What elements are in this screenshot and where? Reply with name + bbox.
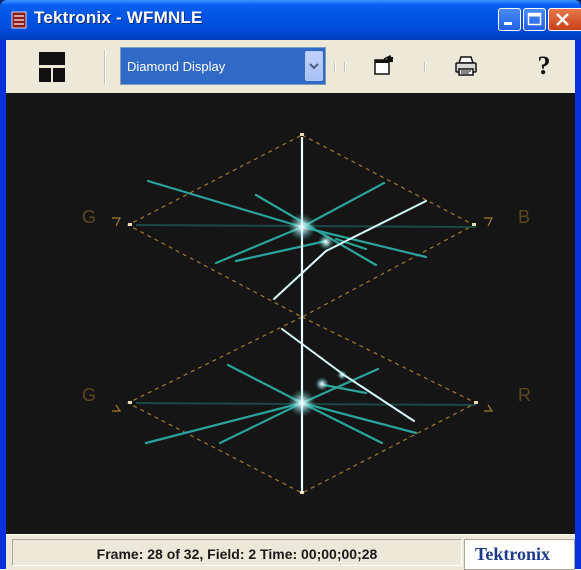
frame-status-text: Frame: 28 of 32, Field: 2 Time: 00;00;00…	[96, 546, 378, 562]
upper-center-glow	[288, 213, 316, 241]
application-window: Tektronix - WFMNLE Diamond Display ? G B…	[0, 0, 581, 570]
printer-icon[interactable]	[452, 52, 480, 80]
status-panel: Frame: 28 of 32, Field: 2 Time: 00;00;00…	[12, 539, 462, 566]
maximize-button[interactable]	[523, 8, 546, 31]
axis-label-upper-right: B	[518, 207, 531, 227]
logo-text: Tektronix	[475, 544, 551, 564]
status-bar: Frame: 28 of 32, Field: 2 Time: 00;00;00…	[6, 534, 575, 570]
lower-secondary-glow	[315, 377, 329, 391]
toolbar-separator	[424, 62, 426, 72]
display-type-select[interactable]: Diamond Display	[120, 47, 326, 85]
window-border-right	[575, 40, 581, 569]
toolbar-separator	[104, 50, 106, 84]
toolbar-separator	[344, 62, 346, 72]
lower-tertiary-glow	[337, 370, 347, 380]
upper-secondary-glow	[318, 234, 334, 250]
axis-label-lower-right: R	[518, 385, 531, 405]
properties-icon[interactable]	[370, 52, 398, 80]
close-button[interactable]	[548, 8, 581, 31]
diamond-display-canvas: G B G R	[6, 93, 575, 534]
display-type-value: Diamond Display	[127, 59, 226, 74]
minimize-button[interactable]	[498, 8, 521, 31]
toolbar: Diamond Display ?	[6, 40, 575, 93]
upper-trace-vectors	[146, 179, 428, 267]
lower-center-glow	[288, 389, 316, 417]
app-icon	[10, 11, 28, 29]
window-title: Tektronix - WFMNLE	[34, 8, 203, 27]
split-layout-icon[interactable]	[36, 50, 68, 84]
axis-label-upper-left: G	[82, 207, 97, 227]
help-button[interactable]: ?	[532, 50, 556, 82]
title-bar[interactable]: Tektronix - WFMNLE	[0, 0, 581, 40]
help-icon: ?	[537, 51, 551, 80]
tektronix-logo: Tektronix	[464, 539, 575, 570]
toolbar-separator	[334, 62, 336, 72]
chevron-down-icon[interactable]	[305, 51, 323, 81]
axis-label-lower-left: G	[82, 385, 97, 405]
diamond-plot	[112, 133, 494, 494]
